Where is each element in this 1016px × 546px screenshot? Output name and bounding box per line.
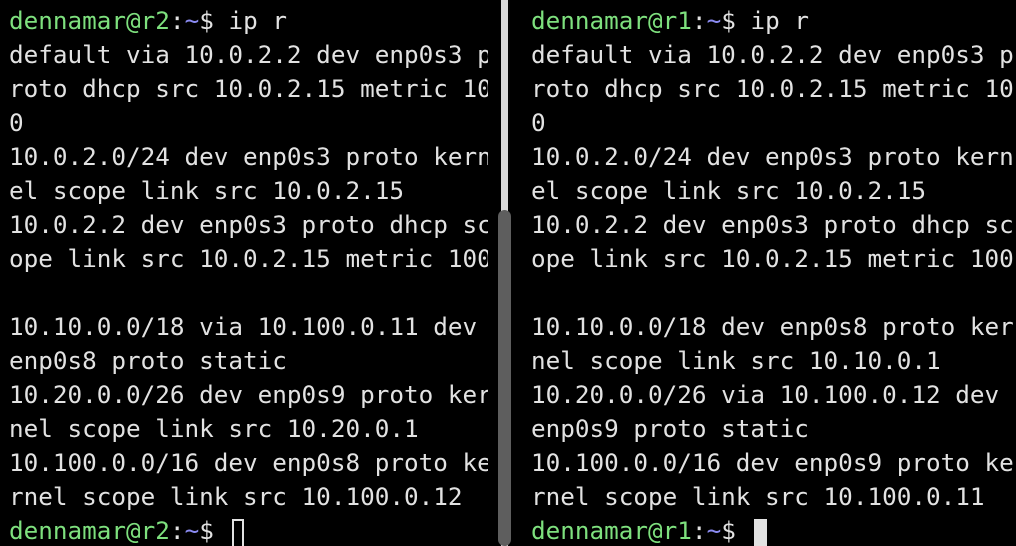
output-line: 10.10.0.0/18 via 10.100.0.11 dev bbox=[9, 312, 478, 341]
command-line: dennamar@r2:~$ ip r bbox=[9, 4, 488, 38]
output-line: roto dhcp src 10.0.2.15 metric 10 bbox=[531, 74, 1014, 103]
final-prompt-line[interactable]: dennamar@r2:~$ bbox=[9, 514, 488, 546]
output-line: 10.100.0.0/16 dev enp0s8 proto ke bbox=[9, 448, 488, 477]
output-line: el scope link src 10.0.2.15 bbox=[531, 176, 926, 205]
prompt-user: dennamar@r1 bbox=[531, 516, 692, 545]
output-line: 10.20.0.0/26 dev enp0s9 proto ker bbox=[9, 380, 488, 409]
prompt-symbol: $ bbox=[199, 516, 214, 545]
output-line: nel scope link src 10.10.0.1 bbox=[531, 346, 941, 375]
prompt-symbol: $ bbox=[199, 6, 229, 35]
output-line: 10.100.0.0/16 dev enp0s9 proto ke bbox=[531, 448, 1014, 477]
final-prompt-line[interactable]: dennamar@r1:~$ bbox=[531, 514, 1014, 546]
prompt-user: dennamar@r2 bbox=[9, 516, 170, 545]
terminal-pane-r2[interactable]: dennamar@r2:~$ ip r default via 10.0.2.2… bbox=[0, 0, 488, 546]
prompt-user: dennamar@r1 bbox=[531, 6, 692, 35]
prompt-separator: : bbox=[169, 6, 185, 35]
prompt-separator: : bbox=[691, 6, 707, 35]
output-line: el scope link src 10.0.2.15 bbox=[9, 176, 404, 205]
terminal-output-r1: dennamar@r1:~$ ip r default via 10.0.2.2… bbox=[531, 4, 1014, 546]
pane-divider[interactable] bbox=[488, 0, 522, 546]
output-line: rnel scope link src 10.100.0.12 bbox=[9, 482, 463, 511]
command-line: dennamar@r1:~$ ip r bbox=[531, 4, 1014, 38]
output-line: nel scope link src 10.20.0.1 bbox=[9, 414, 419, 443]
prompt-path: ~ bbox=[184, 516, 200, 545]
prompt-path: ~ bbox=[706, 516, 722, 545]
prompt-symbol: $ bbox=[721, 6, 751, 35]
command-text: ip r bbox=[228, 6, 287, 35]
output-line: 0 bbox=[9, 108, 24, 137]
cursor-active bbox=[754, 519, 768, 546]
output-line: enp0s8 proto static bbox=[9, 346, 287, 375]
output-line: 0 bbox=[531, 108, 546, 137]
output-line: 10.10.0.0/18 dev enp0s8 proto ker bbox=[531, 312, 1014, 341]
output-line: rnel scope link src 10.100.0.11 bbox=[531, 482, 985, 511]
output-line: 10.0.2.2 dev enp0s3 proto dhcp sc bbox=[9, 210, 488, 239]
cursor-inactive bbox=[232, 519, 245, 546]
output-line: 10.0.2.0/24 dev enp0s3 proto kern bbox=[9, 142, 488, 171]
prompt-path: ~ bbox=[184, 6, 200, 35]
output-line: 10.0.2.2 dev enp0s3 proto dhcp sc bbox=[531, 210, 1014, 239]
output-line: 10.20.0.0/26 via 10.100.0.12 dev bbox=[531, 380, 1000, 409]
output-line: ope link src 10.0.2.15 metric 100 bbox=[531, 244, 1014, 273]
output-line: roto dhcp src 10.0.2.15 metric 10 bbox=[9, 74, 488, 103]
prompt-symbol: $ bbox=[721, 516, 736, 545]
prompt-separator: : bbox=[169, 516, 185, 545]
output-line: default via 10.0.2.2 dev enp0s3 p bbox=[531, 40, 1014, 69]
prompt-path: ~ bbox=[706, 6, 722, 35]
output-line: ope link src 10.0.2.15 metric 100 bbox=[9, 244, 488, 273]
output-line: 10.0.2.0/24 dev enp0s3 proto kern bbox=[531, 142, 1014, 171]
prompt-separator: : bbox=[691, 516, 707, 545]
terminal-pane-r1[interactable]: dennamar@r1:~$ ip r default via 10.0.2.2… bbox=[522, 0, 1016, 546]
output-line: enp0s9 proto static bbox=[531, 414, 809, 443]
output-line: default via 10.0.2.2 dev enp0s3 p bbox=[9, 40, 488, 69]
prompt-user: dennamar@r2 bbox=[9, 6, 170, 35]
terminal-window: dennamar@r2:~$ ip r default via 10.0.2.2… bbox=[0, 0, 1016, 546]
scrollbar-thumb[interactable] bbox=[498, 210, 511, 546]
terminal-output-r2: dennamar@r2:~$ ip r default via 10.0.2.2… bbox=[9, 4, 488, 546]
command-text: ip r bbox=[750, 6, 809, 35]
